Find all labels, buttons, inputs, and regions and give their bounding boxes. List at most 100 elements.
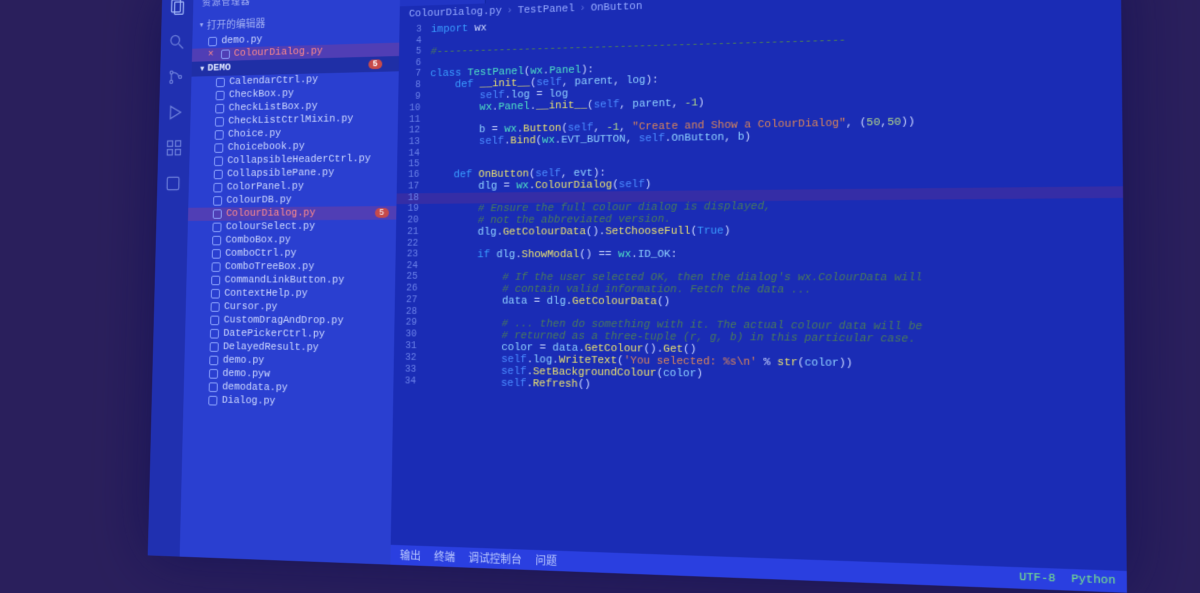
file-icon xyxy=(215,104,224,114)
line-number: 8 xyxy=(398,80,430,92)
line-number: 11 xyxy=(398,115,430,126)
line-number: 34 xyxy=(393,376,425,388)
line-content: if dlg.ShowModal() == wx.ID_OK: xyxy=(427,249,677,261)
file-name: CheckListBox.py xyxy=(229,101,318,114)
file-icon xyxy=(211,276,220,286)
file-item[interactable]: ColourDialog.py5 xyxy=(188,206,397,221)
line-number: 18 xyxy=(396,193,428,204)
file-icon xyxy=(209,382,218,392)
file-name: demo.py xyxy=(223,355,265,367)
status-item[interactable]: 输出 xyxy=(400,547,421,564)
debug-icon[interactable] xyxy=(166,103,184,122)
line-number: 31 xyxy=(394,341,426,353)
line-number: 25 xyxy=(395,272,427,284)
files-icon[interactable] xyxy=(169,0,187,16)
file-icon xyxy=(211,302,220,312)
line-number: 29 xyxy=(394,318,426,330)
line-number: 20 xyxy=(396,215,428,227)
line-content: dlg.GetColourData().SetChooseFull(True) xyxy=(428,225,731,238)
source-control-icon[interactable] xyxy=(167,68,185,87)
file-item[interactable]: Dialog.py xyxy=(183,393,393,410)
file-icon xyxy=(210,342,219,352)
file-icon xyxy=(214,143,223,153)
line-number: 24 xyxy=(395,261,427,272)
line-content: data = dlg.GetColourData() xyxy=(427,295,671,308)
line-number: 12 xyxy=(398,125,430,137)
file-item[interactable]: ColourSelect.py xyxy=(188,220,397,235)
line-number: 22 xyxy=(396,239,428,250)
accounts-icon[interactable] xyxy=(164,174,182,193)
folder-badge: 5 xyxy=(368,59,382,69)
file-icon xyxy=(208,37,217,47)
file-icon xyxy=(211,262,220,271)
file-item[interactable]: ComboBox.py xyxy=(187,233,396,247)
close-icon[interactable]: × xyxy=(208,49,214,60)
file-icon xyxy=(216,91,225,101)
file-name: ComboCtrl.py xyxy=(225,248,297,260)
line-number: 15 xyxy=(397,159,429,170)
breadcrumb-item[interactable]: TestPanel xyxy=(517,3,574,17)
file-name: Cursor.py xyxy=(224,301,278,313)
search-icon[interactable] xyxy=(168,32,186,51)
file-icon xyxy=(211,289,220,299)
file-name: ContextHelp.py xyxy=(224,288,308,300)
file-item[interactable]: ContextHelp.py xyxy=(186,287,395,301)
file-icon xyxy=(215,130,224,140)
editor-area: demo.py×ColourDialog.py× ColourDialog.py… xyxy=(390,0,1127,593)
file-item[interactable]: ComboCtrl.py xyxy=(187,247,396,261)
breadcrumb-separator: › xyxy=(506,5,512,17)
file-name: Dialog.py xyxy=(222,395,276,407)
line-number: 30 xyxy=(394,329,426,341)
line-number: 14 xyxy=(397,149,429,160)
line-content: import wx xyxy=(431,23,487,36)
file-name: demo.pyw xyxy=(222,368,270,380)
line-content: self.Refresh() xyxy=(425,377,591,391)
explorer-sidebar: 资源管理器 ▾打开的编辑器 demo.py×ColourDialog.py ▾D… xyxy=(180,0,401,565)
file-icon xyxy=(210,316,219,326)
line-number: 21 xyxy=(396,227,428,239)
file-name: CollapsibleHeaderCtrl.py xyxy=(227,153,371,166)
file-name: demo.py xyxy=(221,34,262,46)
code-editor[interactable]: 3import wx45#---------------------------… xyxy=(393,1,1125,402)
file-name: ColourSelect.py xyxy=(226,221,315,233)
file-name: ComboTreeBox.py xyxy=(225,261,315,273)
file-icon xyxy=(216,78,225,88)
line-number: 3 xyxy=(399,24,431,36)
status-item[interactable]: Python xyxy=(1071,573,1116,588)
file-item[interactable]: Cursor.py xyxy=(186,300,395,314)
file-name: DelayedResult.py xyxy=(223,341,319,354)
status-item[interactable]: 终端 xyxy=(434,548,455,565)
line-number: 9 xyxy=(398,92,430,104)
line-number: 16 xyxy=(397,170,429,182)
breadcrumb-item[interactable]: ColourDialog.py xyxy=(409,6,502,21)
error-badge: 5 xyxy=(375,208,389,218)
line-number: 23 xyxy=(396,250,428,262)
file-icon xyxy=(214,157,223,167)
file-item[interactable]: CommandLinkButton.py xyxy=(186,274,395,288)
extensions-icon[interactable] xyxy=(165,138,183,157)
code-line[interactable]: 24 xyxy=(395,260,1123,272)
line-number: 5 xyxy=(399,46,431,58)
status-item[interactable]: 调试控制台 xyxy=(468,550,521,568)
status-item[interactable]: UTF-8 xyxy=(1019,571,1056,585)
file-icon xyxy=(213,209,222,219)
file-icon xyxy=(213,183,222,193)
file-icon xyxy=(212,249,221,258)
line-number: 10 xyxy=(398,103,430,115)
file-name: DatePickerCtrl.py xyxy=(223,328,325,340)
file-icon xyxy=(214,170,223,180)
file-item[interactable]: ComboTreeBox.py xyxy=(187,260,396,274)
line-number: 26 xyxy=(395,284,427,296)
code-line[interactable]: 23 if dlg.ShowModal() == wx.ID_OK: xyxy=(396,248,1124,262)
line-number: 27 xyxy=(395,295,427,307)
breadcrumb-item[interactable]: OnButton xyxy=(591,1,643,14)
line-number: 28 xyxy=(395,307,427,318)
line-number: 13 xyxy=(397,137,429,149)
status-item[interactable]: 问题 xyxy=(535,552,557,569)
line-number: 32 xyxy=(394,353,426,365)
file-icon xyxy=(210,329,219,339)
line-content: dlg = wx.ColourDialog(self) xyxy=(428,179,651,193)
line-number: 7 xyxy=(399,69,431,81)
file-name: Choice.py xyxy=(228,128,281,140)
file-icon xyxy=(212,236,221,246)
